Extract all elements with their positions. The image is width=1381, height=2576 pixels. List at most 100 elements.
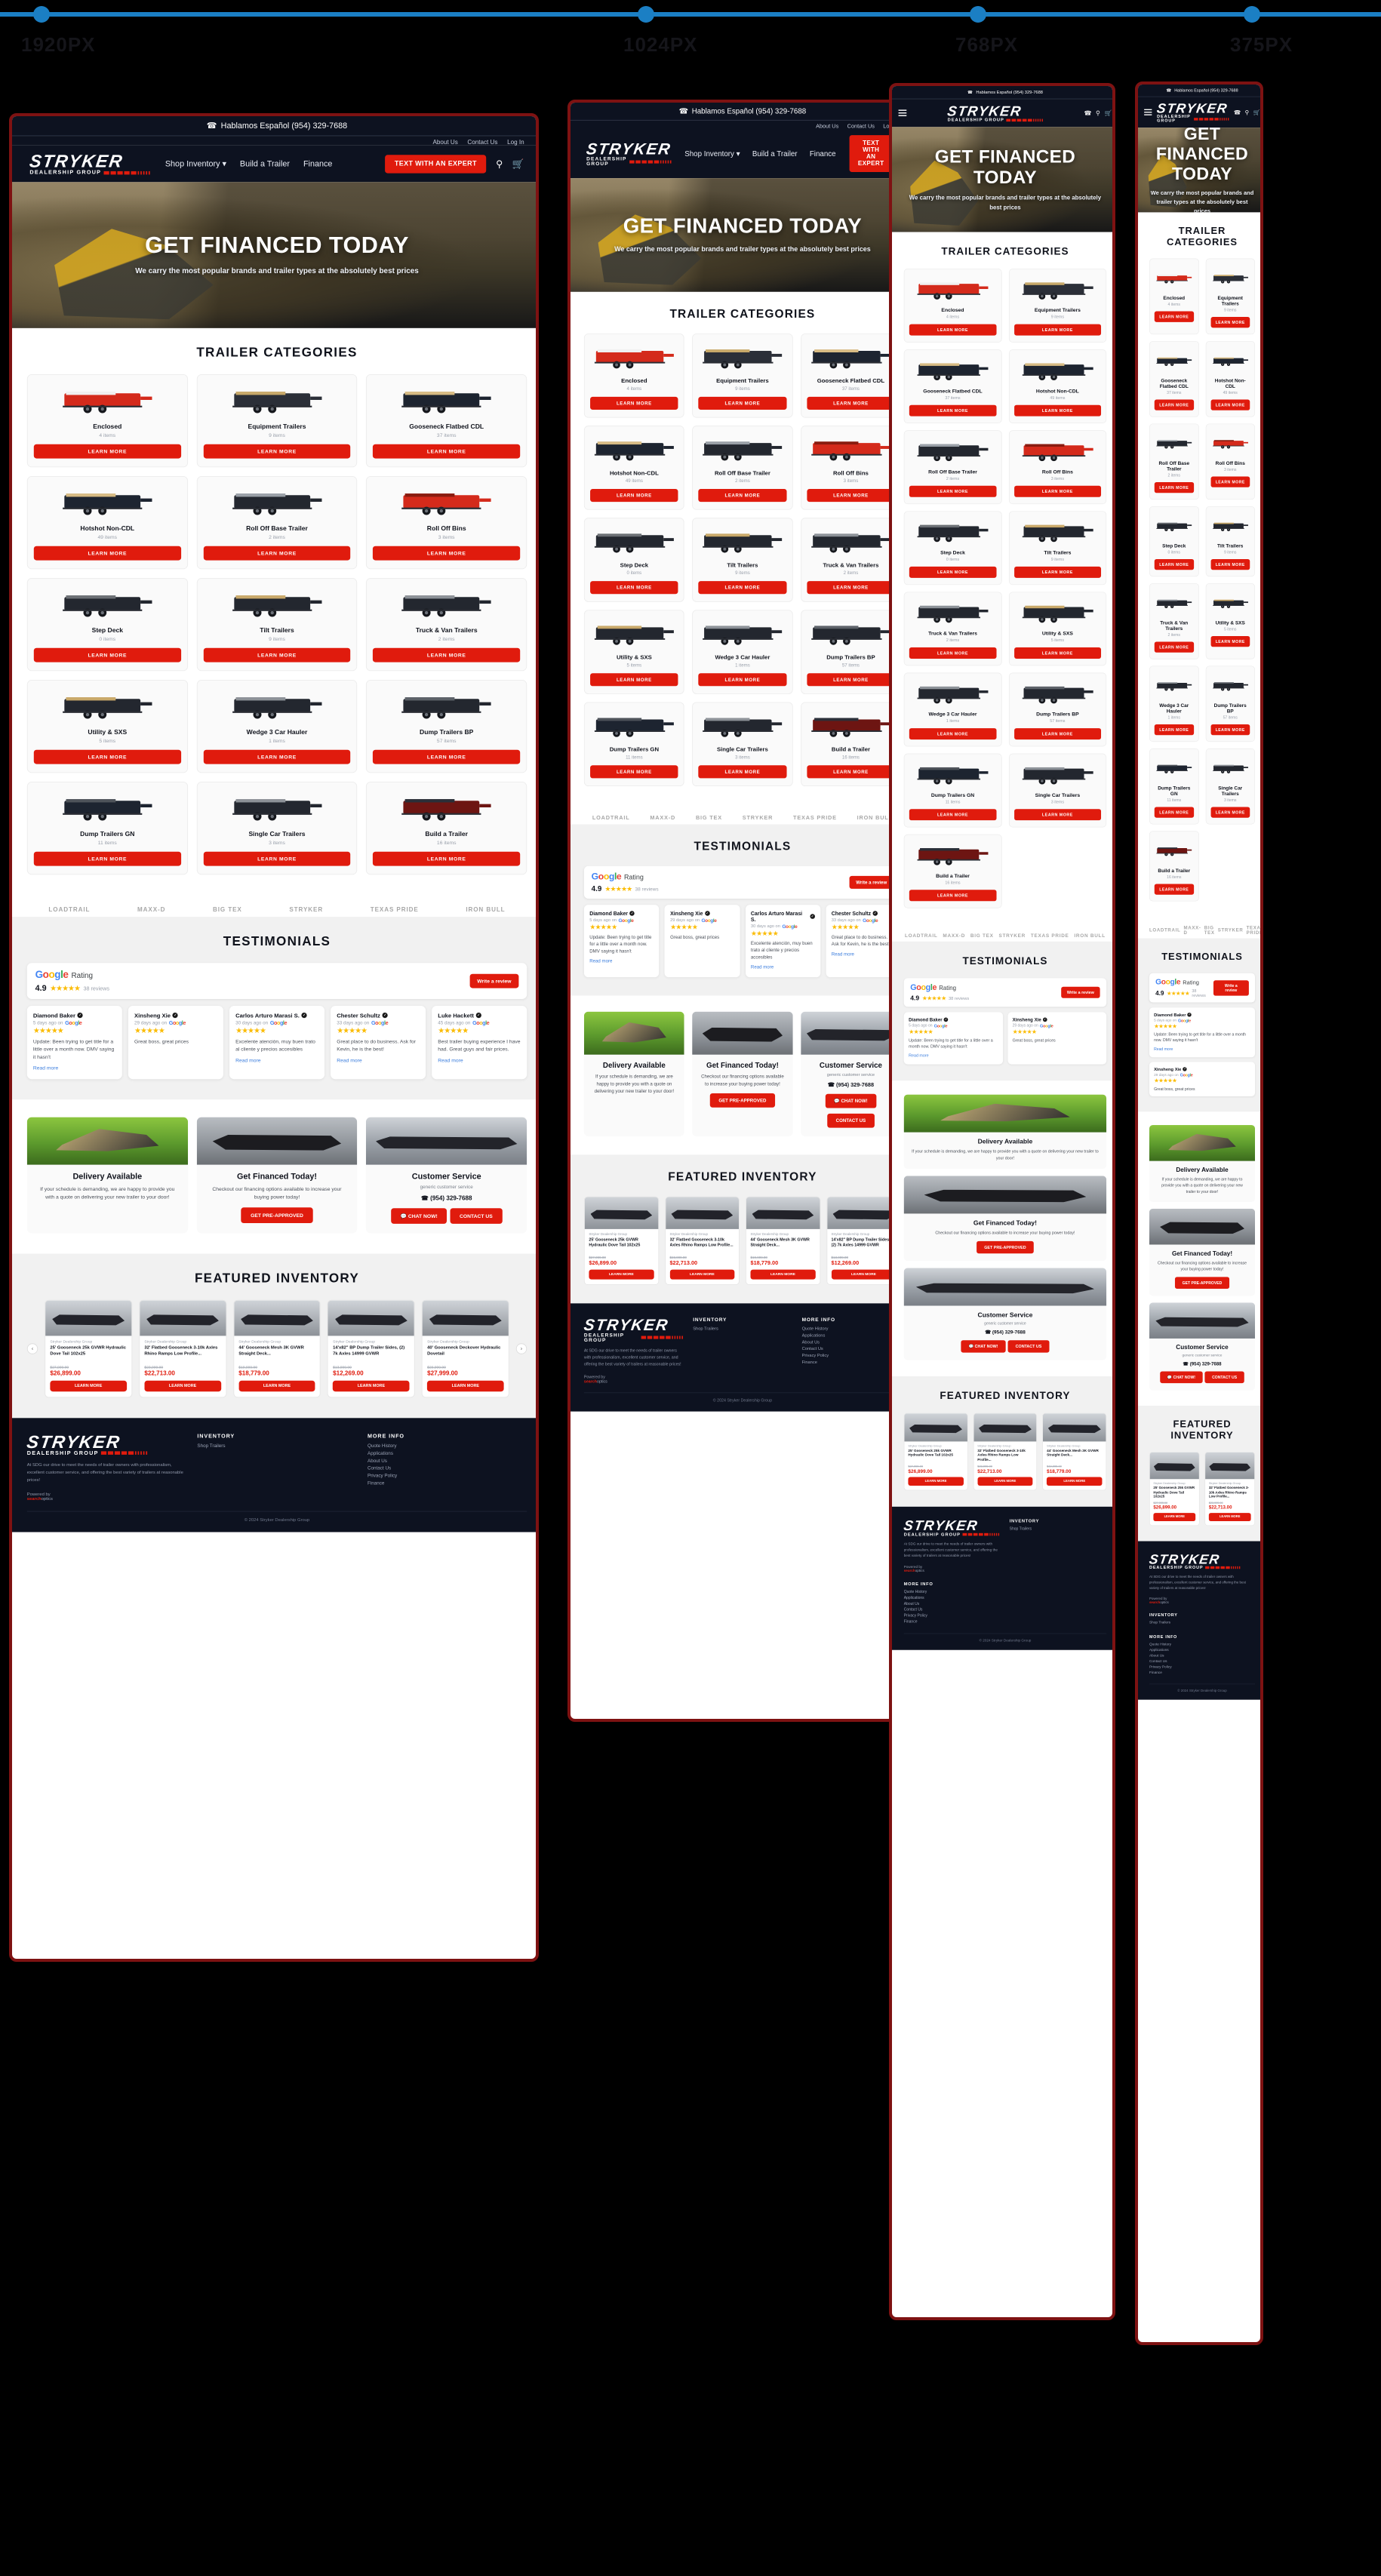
utility-link-2[interactable]: Log In (507, 139, 524, 146)
chat-now-button[interactable]: 💬 CHAT NOW! (1160, 1371, 1203, 1383)
category-learn-more-button[interactable]: LEARN MORE (33, 749, 181, 764)
category-learn-more-button[interactable]: LEARN MORE (590, 765, 678, 779)
category-learn-more-button[interactable]: LEARN MORE (698, 396, 787, 410)
category-learn-more-button[interactable]: LEARN MORE (1210, 807, 1250, 818)
category-learn-more-button[interactable]: LEARN MORE (33, 851, 181, 866)
category-learn-more-button[interactable]: LEARN MORE (698, 765, 787, 779)
category-card[interactable]: Dump Trailers GN 11 items LEARN MORE (26, 782, 188, 875)
category-learn-more-button[interactable]: LEARN MORE (807, 396, 895, 410)
category-card[interactable]: Truck & Van Trailers 2 items LEARN MORE (1149, 583, 1199, 659)
site-logo[interactable]: STRYKER DEALERSHIP GROUP (1156, 100, 1229, 123)
category-card[interactable]: Truck & Van Trailers 2 items LEARN MORE (903, 592, 1002, 666)
category-card[interactable]: Dump Trailers BP 57 items LEARN MORE (1205, 666, 1256, 742)
category-learn-more-button[interactable]: LEARN MORE (1210, 636, 1250, 647)
category-learn-more-button[interactable]: LEARN MORE (1154, 311, 1194, 322)
category-card[interactable]: Tilt Trailers 9 items LEARN MORE (692, 518, 793, 602)
inventory-learn-more-button[interactable]: LEARN MORE (977, 1477, 1033, 1486)
category-learn-more-button[interactable]: LEARN MORE (909, 485, 997, 497)
category-learn-more-button[interactable]: LEARN MORE (807, 673, 895, 687)
cart-icon[interactable]: 🛒 (1253, 109, 1260, 115)
write-review-button[interactable]: Write a review (849, 875, 894, 889)
site-logo[interactable]: STRYKER DEALERSHIP GROUP (29, 151, 151, 176)
nav-link-2[interactable]: Finance (810, 149, 836, 158)
feature-phone[interactable]: ☎ (954) 329-7688 (1149, 1361, 1255, 1366)
category-learn-more-button[interactable]: LEARN MORE (909, 809, 997, 821)
category-card[interactable]: Single Car Trailers 3 items LEARN MORE (196, 782, 358, 875)
footer-link[interactable]: About Us (904, 1602, 1001, 1606)
inventory-learn-more-button[interactable]: LEARN MORE (1047, 1477, 1103, 1486)
feature-cta-button[interactable]: CONTACT US (450, 1207, 503, 1224)
search-icon[interactable]: ⚲ (1096, 109, 1100, 117)
category-card[interactable]: Enclosed 4 items LEARN MORE (26, 374, 188, 468)
category-card[interactable]: Roll Off Base Trailer 2 items LEARN MORE (903, 430, 1002, 505)
footer-link[interactable]: Shop Trailers (1149, 1621, 1255, 1625)
feature-cta-button[interactable]: GET PRE-APPROVED (1175, 1277, 1229, 1289)
category-learn-more-button[interactable]: LEARN MORE (373, 647, 521, 662)
category-learn-more-button[interactable]: LEARN MORE (1154, 884, 1194, 895)
category-card[interactable]: Single Car Trailers 3 items LEARN MORE (692, 702, 793, 786)
category-card[interactable]: Equipment Trailers 9 items LEARN MORE (196, 374, 358, 468)
inventory-card[interactable]: Stryker Dealership Group 14'x82" BP Dump… (327, 1299, 415, 1398)
footer-link[interactable]: Quote History (904, 1590, 1001, 1594)
inventory-card[interactable]: Stryker Dealership Group 25' Gooseneck 2… (583, 1196, 659, 1285)
topbar-phone[interactable]: Hablamos Español (954) 329-7688 (221, 121, 348, 131)
category-learn-more-button[interactable]: LEARN MORE (590, 581, 678, 595)
category-learn-more-button[interactable]: LEARN MORE (909, 566, 997, 578)
category-learn-more-button[interactable]: LEARN MORE (373, 546, 521, 561)
nav-link-2[interactable]: Finance (303, 159, 332, 169)
category-learn-more-button[interactable]: LEARN MORE (203, 749, 351, 764)
read-more-link[interactable]: Read more (832, 951, 854, 957)
category-card[interactable]: Build a Trailer 16 items LEARN MORE (800, 702, 901, 786)
category-learn-more-button[interactable]: LEARN MORE (373, 749, 521, 764)
write-review-button[interactable]: Write a review (1213, 979, 1249, 996)
inventory-card[interactable]: Stryker Dealership Group 40' Gooseneck D… (421, 1299, 509, 1398)
inventory-learn-more-button[interactable]: LEARN MORE (144, 1380, 221, 1391)
category-card[interactable]: Tilt Trailers 9 items LEARN MORE (196, 578, 358, 672)
category-learn-more-button[interactable]: LEARN MORE (1210, 559, 1250, 570)
inventory-card[interactable]: Stryker Dealership Group 32' Flatbed Goo… (973, 1412, 1038, 1491)
read-more-link[interactable]: Read more (337, 1057, 361, 1063)
footer-link[interactable]: Applications (904, 1596, 1001, 1600)
footer-link[interactable]: Quote History (368, 1443, 527, 1448)
category-learn-more-button[interactable]: LEARN MORE (909, 404, 997, 417)
category-card[interactable]: Dump Trailers GN 11 items LEARN MORE (583, 702, 684, 786)
category-card[interactable]: Wedge 3 Car Hauler 1 items LEARN MORE (692, 610, 793, 694)
powered-brand[interactable]: search (27, 1497, 42, 1502)
phone-icon[interactable]: ☎ (1234, 109, 1241, 115)
nav-link-0[interactable]: Shop Inventory ▾ (165, 159, 226, 169)
category-card[interactable]: Step Deck 0 items LEARN MORE (903, 511, 1002, 586)
footer-link[interactable]: Finance (802, 1360, 901, 1365)
category-learn-more-button[interactable]: LEARN MORE (807, 581, 895, 595)
feature-phone[interactable]: ☎ (954) 329-7688 (801, 1081, 901, 1088)
category-learn-more-button[interactable]: LEARN MORE (590, 673, 678, 687)
category-card[interactable]: Equipment Trailers 9 items LEARN MORE (1205, 258, 1256, 335)
inventory-learn-more-button[interactable]: LEARN MORE (589, 1269, 654, 1280)
category-card[interactable]: Gooseneck Flatbed CDL 37 items LEARN MOR… (1149, 341, 1199, 417)
category-learn-more-button[interactable]: LEARN MORE (203, 851, 351, 866)
chat-now-button[interactable]: 💬 CHAT NOW! (391, 1207, 448, 1224)
site-logo[interactable]: STRYKER DEALERSHIP GROUP (26, 1431, 186, 1456)
category-card[interactable]: Equipment Trailers 9 items LEARN MORE (1008, 269, 1107, 343)
category-learn-more-button[interactable]: LEARN MORE (698, 673, 787, 687)
footer-link[interactable]: Contact Us (368, 1466, 527, 1471)
read-more-link[interactable]: Read more (235, 1057, 260, 1063)
powered-brand[interactable]: search (584, 1379, 597, 1384)
category-card[interactable]: Roll Off Base Trailer 2 items LEARN MORE (1149, 423, 1199, 500)
site-logo[interactable]: STRYKER DEALERSHIP GROUP (585, 140, 672, 166)
category-learn-more-button[interactable]: LEARN MORE (698, 581, 787, 595)
footer-link[interactable]: Contact Us (904, 1608, 1001, 1612)
powered-brand[interactable]: search (904, 1569, 915, 1572)
category-learn-more-button[interactable]: LEARN MORE (33, 647, 181, 662)
category-card[interactable]: Step Deck 0 items LEARN MORE (1149, 506, 1199, 577)
read-more-link[interactable]: Read more (589, 958, 612, 964)
category-learn-more-button[interactable]: LEARN MORE (373, 444, 521, 459)
footer-link[interactable]: About Us (1149, 1654, 1255, 1658)
category-learn-more-button[interactable]: LEARN MORE (1210, 476, 1250, 487)
category-learn-more-button[interactable]: LEARN MORE (909, 324, 997, 336)
footer-link[interactable]: Applications (368, 1451, 527, 1456)
topbar-phone[interactable]: Hablamos Español (954) 329-7688 (692, 107, 807, 115)
nav-link-0[interactable]: Shop Inventory ▾ (684, 149, 740, 158)
category-card[interactable]: Dump Trailers GN 11 items LEARN MORE (1149, 748, 1199, 825)
footer-link[interactable]: Shop Trailers (693, 1326, 792, 1331)
category-card[interactable]: Gooseneck Flatbed CDL 37 items LEARN MOR… (903, 349, 1002, 423)
